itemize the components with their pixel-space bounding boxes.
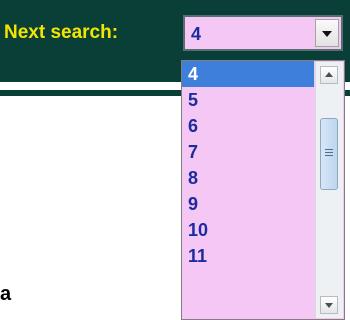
select-dropdown-button[interactable] bbox=[315, 19, 339, 47]
option-item[interactable]: 8 bbox=[182, 165, 314, 191]
option-item[interactable]: 4 bbox=[182, 61, 314, 87]
option-item[interactable]: 11 bbox=[182, 243, 314, 269]
dropdown-list[interactable]: 4 5 6 7 8 9 10 11 bbox=[181, 60, 345, 320]
options-list: 4 5 6 7 8 9 10 11 bbox=[182, 61, 314, 269]
scroll-down-icon bbox=[325, 303, 333, 308]
option-item[interactable]: 5 bbox=[182, 87, 314, 113]
dropdown-scrollbar[interactable] bbox=[315, 62, 343, 318]
scroll-up-button[interactable] bbox=[320, 66, 338, 84]
scroll-down-button[interactable] bbox=[320, 296, 338, 314]
select-current-value: 4 bbox=[191, 24, 202, 44]
option-item[interactable]: 9 bbox=[182, 191, 314, 217]
chevron-down-icon bbox=[322, 31, 332, 37]
option-item[interactable]: 6 bbox=[182, 113, 314, 139]
grip-icon bbox=[325, 149, 333, 158]
next-search-label: Next search: bbox=[4, 22, 119, 43]
next-search-select[interactable]: 4 bbox=[183, 15, 343, 51]
option-item[interactable]: 7 bbox=[182, 139, 314, 165]
scroll-up-icon bbox=[325, 72, 333, 77]
scroll-thumb[interactable] bbox=[320, 118, 338, 190]
edge-text: a bbox=[0, 283, 12, 305]
option-item[interactable]: 10 bbox=[182, 217, 314, 243]
